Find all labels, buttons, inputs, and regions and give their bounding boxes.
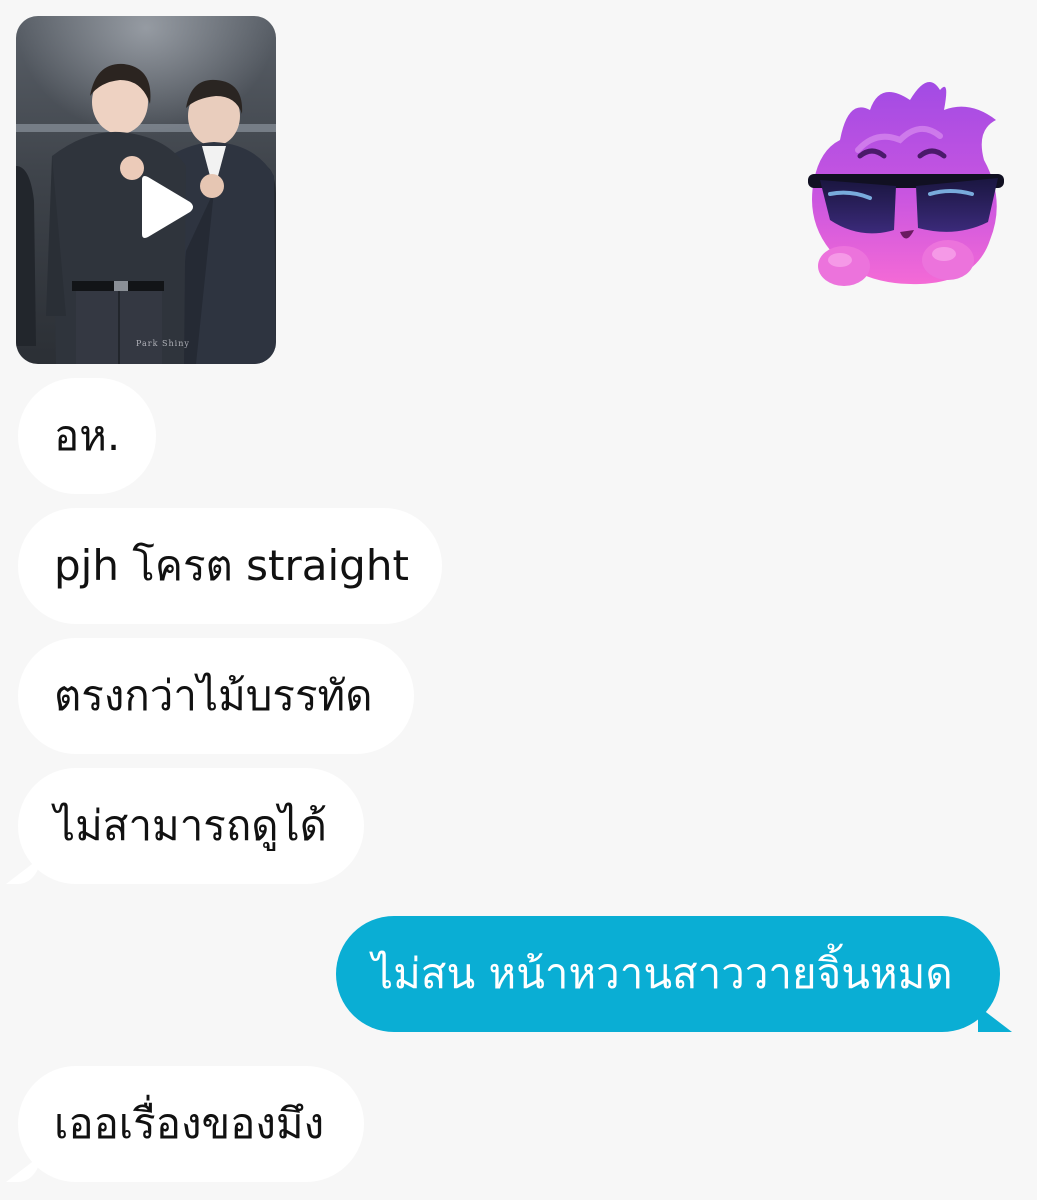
video-watermark: Park Shiny (136, 339, 190, 348)
message-text: ไม่สามารถดูได้ (54, 801, 327, 850)
purple-flame-sunglasses-sticker-icon (808, 82, 1004, 286)
video-message-thumbnail[interactable]: Park Shiny (16, 16, 276, 364)
message-bubble-outgoing[interactable]: ไม่สน หน้าหวานสาววายจิ้นหมด (336, 916, 1000, 1032)
chat-thread: Park Shiny อห. pjh โครต straight ตรงกว่า… (0, 0, 1037, 1200)
message-bubble-incoming[interactable]: อห. (18, 378, 156, 494)
message-text: อห. (54, 411, 121, 460)
message-text: ตรงกว่าไม้บรรทัด (54, 671, 373, 720)
flame-sticker[interactable] (800, 70, 1010, 295)
play-icon (142, 176, 193, 238)
message-bubble-incoming[interactable]: pjh โครต straight (18, 508, 442, 624)
message-text: เออเรื่องของมึง (54, 1099, 325, 1148)
message-bubble-incoming[interactable]: ไม่สามารถดูได้ (18, 768, 364, 884)
message-text: pjh โครต straight (54, 541, 409, 590)
message-text: ไม่สน หน้าหวานสาววายจิ้นหมด (372, 949, 953, 998)
message-bubble-incoming[interactable]: ตรงกว่าไม้บรรทัด (18, 638, 414, 754)
play-button[interactable] (134, 174, 196, 240)
message-bubble-incoming[interactable]: เออเรื่องของมึง (18, 1066, 364, 1182)
